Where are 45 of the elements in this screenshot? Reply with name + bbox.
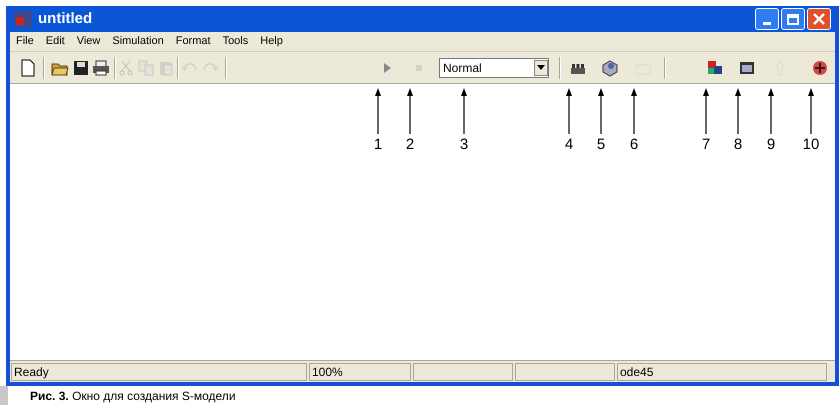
printer-button[interactable] <box>91 58 111 78</box>
cube-button[interactable] <box>600 58 620 78</box>
mode-dropdown[interactable]: Normal <box>439 58 549 78</box>
callout-arrow <box>702 88 710 134</box>
callout-number: 7 <box>702 136 710 154</box>
callout-number: 9 <box>766 136 776 154</box>
status-panel: 100% <box>309 362 411 380</box>
status-panel: ode45 <box>617 362 827 380</box>
callout-arrow <box>767 88 775 134</box>
close-icon <box>813 13 825 25</box>
window-title: untitled <box>38 8 92 29</box>
callout-arrow <box>807 88 815 134</box>
menu-item[interactable]: View <box>76 33 100 50</box>
callout-number: 5 <box>596 136 606 154</box>
callout-arrow <box>406 88 414 134</box>
callout-arrow <box>460 88 468 134</box>
close-button[interactable] <box>807 8 831 30</box>
callout-arrow <box>565 88 573 134</box>
menu-item[interactable]: File <box>16 33 34 50</box>
menu-item[interactable]: Format <box>176 33 211 50</box>
cube-icon <box>600 58 620 78</box>
callout-number: 4 <box>564 136 574 154</box>
printer-icon <box>91 58 111 78</box>
maximize-button[interactable] <box>781 8 805 30</box>
callout-number: 3 <box>460 136 468 154</box>
callout-number: 1 <box>374 136 382 154</box>
copy-icon <box>136 58 156 78</box>
callout-number: 8 <box>734 136 742 154</box>
callout-number: 2 <box>406 136 414 154</box>
caption-bar <box>0 386 8 405</box>
figure-caption: Рис. 3. Окно для создания S‑модели <box>30 388 236 404</box>
status-panel: Ready <box>11 362 307 380</box>
callout-arrow <box>597 88 605 134</box>
callout-arrow <box>630 88 638 134</box>
stop-icon <box>416 64 422 70</box>
menu-item[interactable]: Simulation <box>112 33 164 50</box>
app-icon <box>14 11 32 27</box>
menu-item[interactable]: Help <box>260 33 283 50</box>
callout-arrow <box>734 88 742 134</box>
callout-number: 10 <box>802 136 820 154</box>
minimize-button[interactable] <box>755 8 779 30</box>
menu-item[interactable]: Tools <box>222 33 248 50</box>
menu-item[interactable]: Edit <box>46 33 65 50</box>
callout-arrow <box>374 88 382 134</box>
callout-number: 6 <box>630 136 638 154</box>
